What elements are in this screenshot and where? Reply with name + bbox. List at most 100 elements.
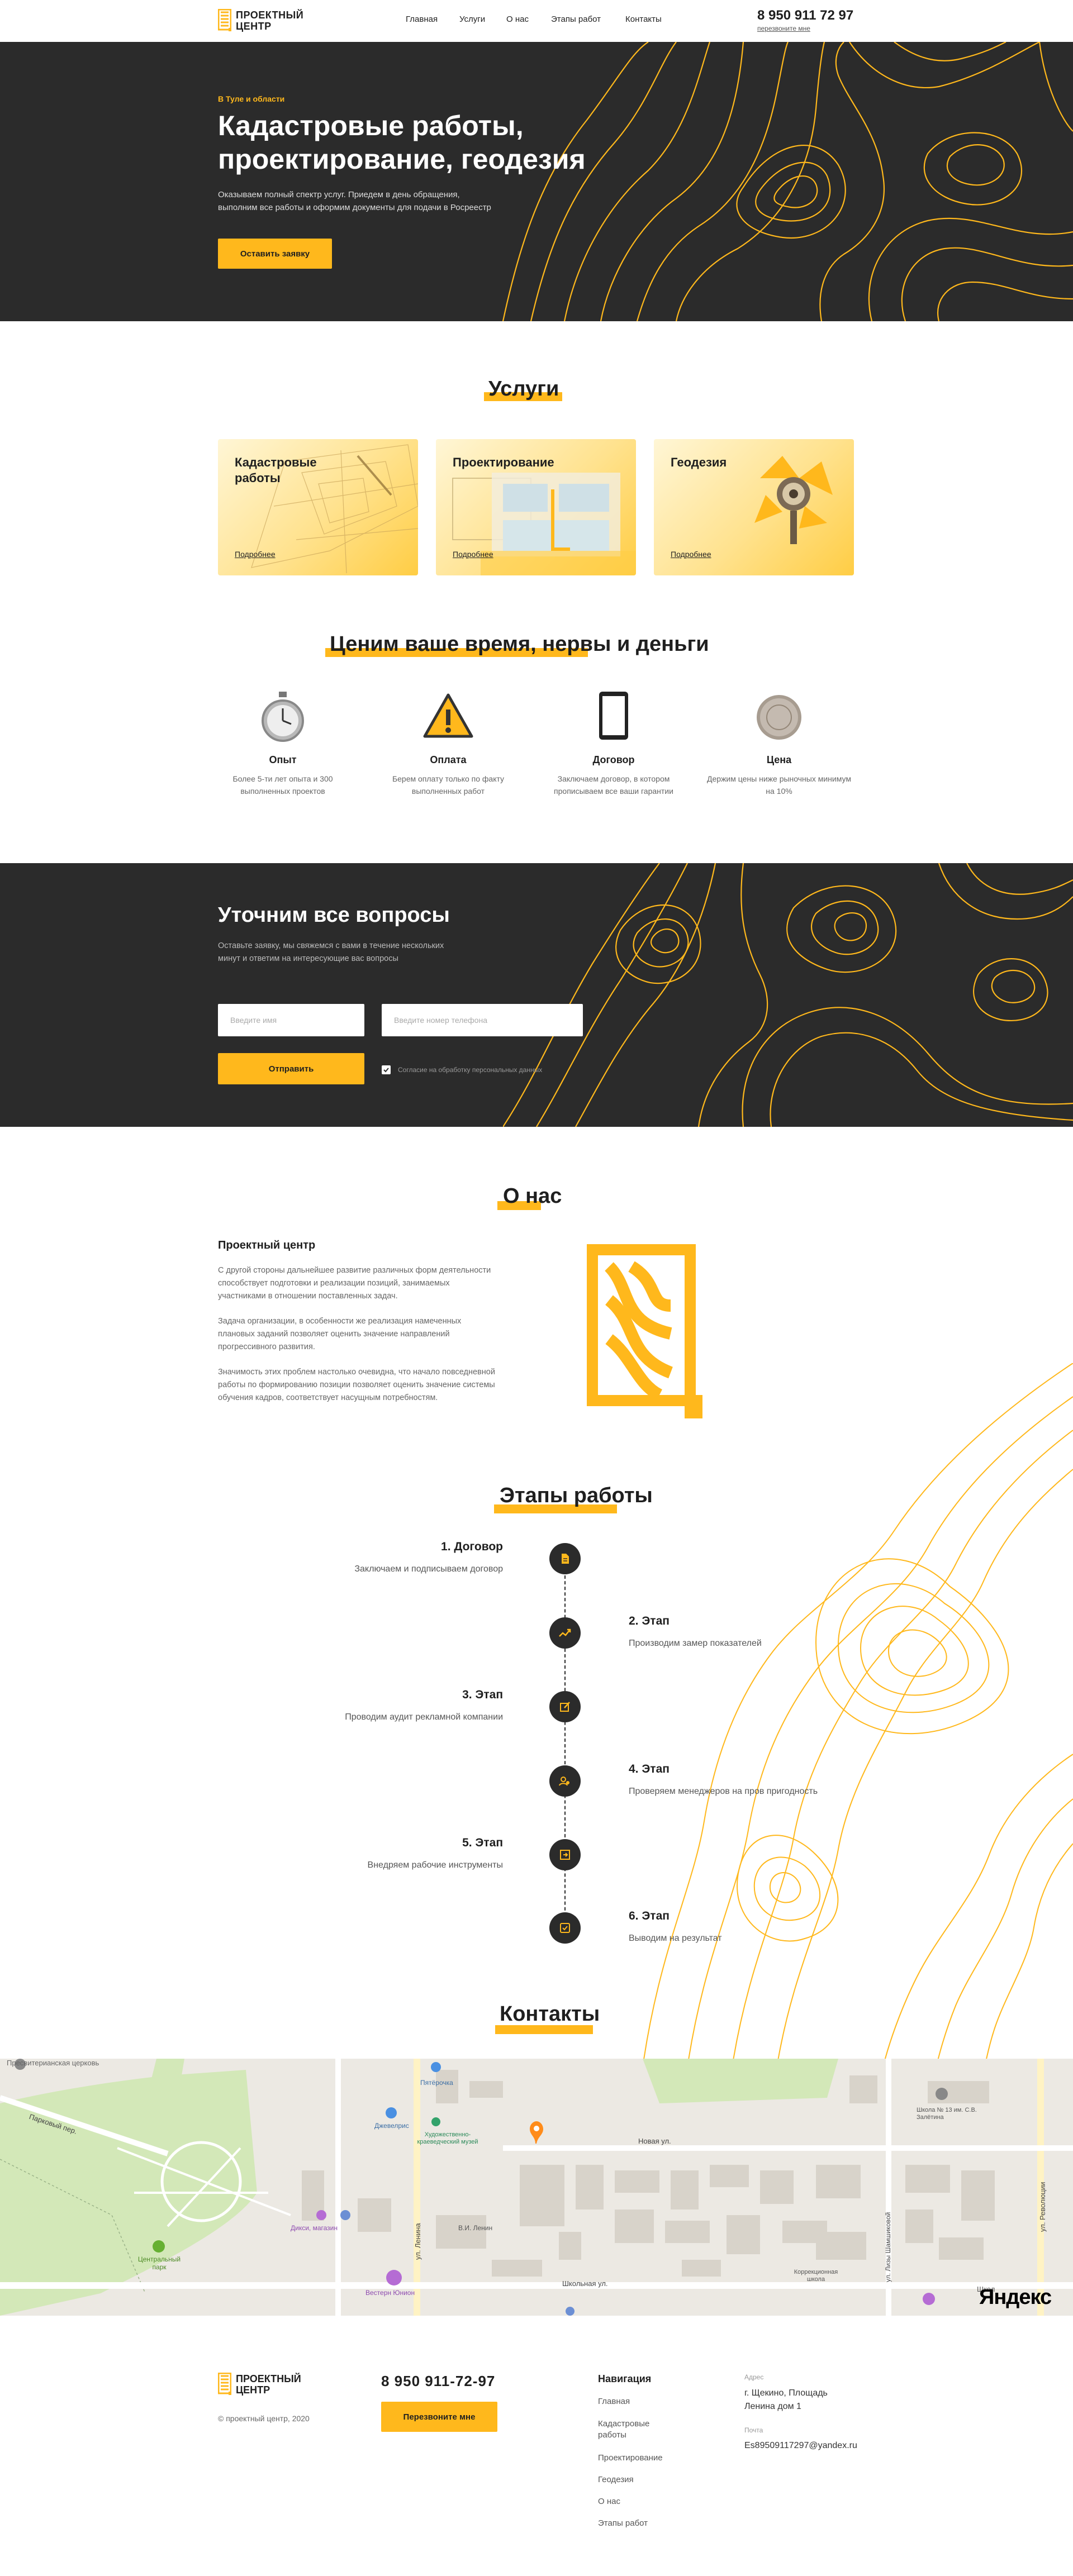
footer: ПРОЕКТНЫЙ ЦЕНТР © проектный центр, 2020 … [0, 2316, 1073, 2576]
logo-text-line2: ЦЕНТР [236, 2384, 270, 2396]
questions-subtitle-line2: минут и ответим на интересующие вас вопр… [218, 954, 398, 963]
footer-address-line1: г. Щекино, Площадь [744, 2388, 828, 2398]
nav-stages[interactable]: Этапы работ [551, 15, 601, 24]
footer-nav-design[interactable]: Проектирование [598, 2453, 682, 2463]
check-icon [560, 1923, 570, 1933]
about-paragraph: Значимость этих проблем настолько очевид… [218, 1368, 495, 1402]
footer-address-label: Адрес [744, 2373, 764, 2381]
export-icon [560, 1850, 570, 1860]
consent-label: Согласие на обработку персональных данны… [398, 1066, 543, 1074]
header-phone[interactable]: 8 950 911 72 97 [757, 8, 853, 23]
consent-checkbox[interactable] [382, 1065, 391, 1074]
stage-circle [549, 1765, 581, 1797]
phone-input[interactable]: Введите номер телефона [382, 1004, 583, 1036]
stage-desc: Внедряем рабочие инструменты [367, 1860, 503, 1870]
questions-title: Уточним все вопросы [218, 903, 450, 927]
map-label-central-park: Центральный парк [137, 2255, 181, 2271]
service-card-cadastral[interactable]: Кадастровые работы Подробнее [218, 439, 418, 575]
stage-desc: Выводим на результат [629, 1934, 722, 1943]
chart-icon [559, 1629, 571, 1637]
service-card-design[interactable]: Проектирование Подробнее [436, 439, 636, 575]
stage-circle [549, 1543, 581, 1574]
stage-title: 4. Этап [629, 1763, 670, 1775]
stages-title: Этапы работы [500, 1484, 653, 1507]
map-label-correction: Коррекционная школа [794, 2269, 838, 2283]
logo-text-line1: ПРОЕКТНЫЙ [236, 9, 304, 21]
map-label-lenin-monument: В.И. Ленин [458, 2224, 493, 2232]
stage-circle [549, 1617, 581, 1649]
logo[interactable]: ПРОЕКТНЫЙ ЦЕНТР [218, 8, 313, 34]
stage-desc: Проводим аудит рекламной компании [345, 1712, 503, 1722]
footer-email[interactable]: Es89509117297@yandex.ru [744, 2441, 857, 2451]
submit-button[interactable]: Отправить [218, 1053, 364, 1084]
stage-title: 5. Этап [462, 1836, 503, 1849]
stage-circle [549, 1912, 581, 1944]
map-label-shkolnaya: Школьная ул. [562, 2279, 608, 2288]
nav-services[interactable]: Услуги [459, 15, 485, 24]
values-title: Ценим ваше время, нервы и деньги [330, 632, 709, 656]
tablet-icon [599, 692, 628, 740]
services-title: Услуги [488, 377, 559, 401]
contacts-title-highlight [495, 2025, 593, 2034]
value-item-payment: Оплата Берем оплату только по факту выпо… [376, 688, 521, 797]
footer-nav-about[interactable]: О нас [598, 2497, 682, 2506]
about-title: О нас [503, 1184, 562, 1208]
header-callback-link[interactable]: перезвоните мне [757, 25, 810, 32]
stage-circle [549, 1839, 581, 1870]
footer-phone[interactable]: 8 950 911-72-97 [381, 2373, 495, 2390]
about-paragraph: С другой стороны дальнейшее развитие раз… [218, 1266, 491, 1301]
service-card-title: Геодезия [671, 455, 727, 469]
map-label-lizy: ул. Лизы Шамшиковой [884, 2212, 892, 2282]
edit-icon [560, 1702, 570, 1712]
coin-icon [757, 695, 801, 740]
map-label-lenin-street: ул. Ленина [414, 2223, 422, 2260]
footer-nav-title: Навигация [598, 2373, 652, 2384]
stage-desc: Заключаем и подписываем договор [354, 1564, 503, 1574]
footer-nav-geodesy[interactable]: Геодезия [598, 2475, 682, 2484]
map-label-museum: Художественно-краеведческий музей [417, 2131, 478, 2145]
stage-title: 6. Этап [629, 1910, 670, 1922]
footer-nav-stages[interactable]: Этапы работ [598, 2518, 682, 2528]
nav-contacts[interactable]: Контакты [625, 15, 662, 24]
value-item-contract: Договор Заключаем договор, в котором про… [541, 688, 686, 797]
value-title: Оплата [430, 754, 467, 765]
footer-callback-button[interactable]: Перезвоните мне [381, 2402, 497, 2432]
footer-nav-cadastral[interactable]: Кадастровые работы [598, 2418, 659, 2441]
service-card-geodesy[interactable]: Геодезия Подробнее [654, 439, 854, 575]
name-input[interactable]: Введите имя [218, 1004, 364, 1036]
logo-icon [218, 9, 231, 31]
map-label-school13: Школа № 13 им. С.В. Залётина [917, 2107, 977, 2121]
topographic-lines [503, 863, 1073, 1127]
service-card-more-link[interactable]: Подробнее [671, 550, 711, 559]
stage-desc: Проверяем менеджеров на пров пригодность [629, 1787, 818, 1796]
stages-topographic-lines [642, 1363, 1073, 2067]
about-paragraph: Задача организации, в особенности же реа… [218, 1317, 462, 1351]
stopwatch-icon [262, 692, 304, 742]
questions-subtitle-line1: Оставьте заявку, мы свяжемся с вами в те… [218, 941, 444, 950]
value-title: Опыт [269, 754, 297, 765]
warning-icon [423, 693, 473, 738]
stage-desc: Производим замер показателей [629, 1639, 762, 1648]
logo-text-line2: ЦЕНТР [236, 21, 272, 32]
nav-home[interactable]: Главная [406, 15, 438, 24]
hero-cta-button[interactable]: Оставить заявку [218, 239, 332, 269]
hero-title-line1: Кадастровые работы, [218, 110, 524, 141]
stage-title: 1. Договор [441, 1540, 503, 1553]
yandex-logo[interactable]: Яндекс [979, 2285, 1052, 2310]
footer-nav-home[interactable]: Главная [598, 2397, 682, 2406]
contacts-map[interactable]: Пресвитерианская церковь Парковый пер. П… [0, 2059, 1073, 2316]
service-card-more-link[interactable]: Подробнее [453, 550, 493, 559]
nav-about[interactable]: О нас [506, 15, 529, 24]
value-item-experience: Опыт Более 5-ти лет опыта и 300 выполнен… [210, 688, 355, 797]
service-card-more-link[interactable]: Подробнее [235, 550, 276, 559]
hero-section: В Туле и области Кадастровые работы, про… [0, 42, 1073, 321]
footer-logo[interactable]: ПРОЕКТНЫЙ ЦЕНТР [218, 2372, 313, 2397]
topographic-lines [502, 42, 1073, 321]
footer-address-line2: Ленина дом 1 [744, 2402, 801, 2411]
service-card-title: Кадастровые работы [235, 455, 317, 485]
header: ПРОЕКТНЫЙ ЦЕНТР Главная Услуги О нас Эта… [0, 0, 1073, 42]
hero-subtitle-line1: Оказываем полный спектр услуг. Приедем в… [218, 190, 460, 199]
document-icon [562, 1554, 569, 1564]
about-text: С другой стороны дальнейшее развитие раз… [218, 1264, 497, 1417]
logo-text-line1: ПРОЕКТНЫЙ [236, 2373, 301, 2384]
